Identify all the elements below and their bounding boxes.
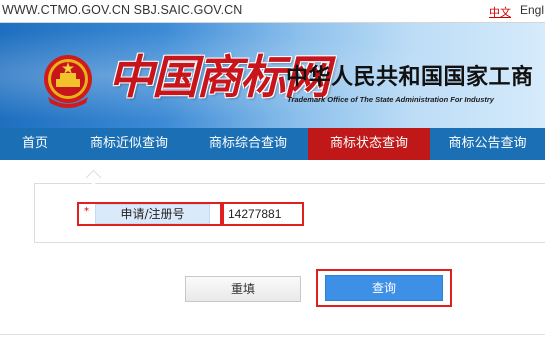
reset-button[interactable]: 重填	[185, 276, 301, 302]
language-english-link[interactable]: Engl	[520, 3, 544, 17]
nav-item-status-search[interactable]: 商标状态查询	[308, 128, 430, 160]
language-chinese-link[interactable]: 中文	[489, 4, 511, 20]
site-urls: WWW.CTMO.GOV.CN SBJ.SAIC.GOV.CN	[2, 3, 243, 17]
main-nav: 首页 商标近似查询 商标综合查询 商标状态查询 商标公告查询	[0, 128, 545, 160]
site-banner: 中国商标网 中华人民共和国国家工商 Trademark Office of Th…	[0, 23, 545, 128]
bottom-divider	[0, 334, 545, 335]
top-bar: WWW.CTMO.GOV.CN SBJ.SAIC.GOV.CN 中文 Engl	[0, 0, 545, 23]
highlight-box-query	[316, 269, 452, 307]
highlight-box-input	[222, 202, 304, 226]
org-title: 中华人民共和国国家工商	[286, 65, 534, 90]
nav-item-home[interactable]: 首页	[0, 128, 70, 160]
highlight-box-label	[77, 202, 222, 226]
org-subtitle: Trademark Office of The State Administra…	[287, 95, 494, 104]
national-emblem-icon	[44, 55, 92, 108]
nav-item-announcement-search[interactable]: 商标公告查询	[430, 128, 545, 160]
nav-item-similar-search[interactable]: 商标近似查询	[70, 128, 188, 160]
nav-item-comprehensive-search[interactable]: 商标综合查询	[188, 128, 308, 160]
